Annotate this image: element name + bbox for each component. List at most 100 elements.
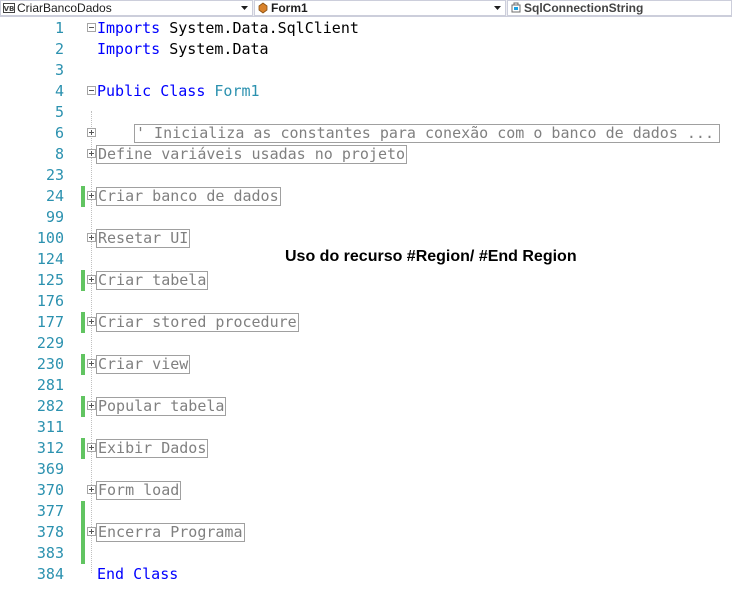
- code-line: 5: [0, 102, 732, 123]
- keyword: Imports: [97, 19, 161, 37]
- line-number: 125: [36, 271, 64, 289]
- svg-text:VB: VB: [4, 5, 15, 13]
- code-editor[interactable]: 1 Imports System.Data.SqlClient 2 Import…: [0, 17, 732, 590]
- code-line: 24 Criar banco de dados: [0, 186, 732, 207]
- code-line: 282 Popular tabela: [0, 396, 732, 417]
- code-line: 6 ' Inicializa as constantes para conexã…: [0, 123, 732, 144]
- keyword: Imports: [97, 40, 161, 58]
- code-line: 2 Imports System.Data: [0, 39, 732, 60]
- project-dropdown[interactable]: VB CriarBancoDados: [0, 0, 253, 16]
- project-dropdown-label: CriarBancoDados: [17, 1, 112, 15]
- change-marker: [81, 270, 85, 291]
- collapsed-region[interactable]: Form load: [96, 481, 182, 500]
- expand-icon[interactable]: [87, 485, 96, 494]
- expand-icon[interactable]: [87, 527, 96, 536]
- field-icon: [510, 2, 522, 14]
- code-line: 99: [0, 207, 732, 228]
- line-number: 8: [54, 145, 64, 163]
- expand-icon[interactable]: [87, 191, 96, 200]
- line-number: 2: [54, 40, 64, 58]
- code-line: 3: [0, 60, 732, 81]
- code-line: 312 Exibir Dados: [0, 438, 732, 459]
- change-marker: [81, 186, 85, 207]
- collapsed-region[interactable]: Popular tabela: [96, 397, 227, 416]
- code-line: 377: [0, 501, 732, 522]
- expand-icon[interactable]: [87, 233, 96, 242]
- keyword: Public Class: [97, 82, 206, 100]
- line-number: 124: [36, 250, 64, 268]
- code-line: 100 Resetar UI: [0, 228, 732, 249]
- expand-icon[interactable]: [87, 317, 96, 326]
- change-marker: [81, 522, 85, 543]
- member-dropdown[interactable]: SqlConnectionString: [507, 0, 732, 16]
- line-number: 3: [54, 61, 64, 79]
- code-line: 383: [0, 543, 732, 564]
- expand-icon[interactable]: [87, 149, 96, 158]
- code-line: 177 Criar stored procedure: [0, 312, 732, 333]
- line-number: 312: [36, 439, 64, 457]
- line-number: 377: [36, 502, 64, 520]
- change-marker: [81, 543, 85, 564]
- code-line: 281: [0, 375, 732, 396]
- code-line: 176: [0, 291, 732, 312]
- line-number: 311: [36, 418, 64, 436]
- expand-icon[interactable]: [87, 275, 96, 284]
- line-number: 177: [36, 313, 64, 331]
- change-marker: [81, 354, 85, 375]
- expand-icon[interactable]: [87, 401, 96, 410]
- line-number: 23: [45, 166, 64, 184]
- collapsed-region[interactable]: Criar view: [96, 355, 191, 374]
- code-text: System.Data: [160, 40, 269, 58]
- code-line: 370 Form load: [0, 480, 732, 501]
- class-dropdown[interactable]: Form1: [254, 0, 506, 16]
- code-line: 230 Criar view: [0, 354, 732, 375]
- line-number: 378: [36, 523, 64, 541]
- collapsed-region[interactable]: Resetar UI: [96, 229, 191, 248]
- collapsed-region[interactable]: Exibir Dados: [96, 439, 209, 458]
- line-number: 99: [45, 208, 64, 226]
- change-marker: [81, 312, 85, 333]
- line-number: 100: [36, 229, 64, 247]
- collapsed-region[interactable]: Encerra Programa: [96, 523, 245, 542]
- keyword: End Class: [97, 565, 179, 583]
- collapsed-region[interactable]: Criar tabela: [96, 271, 209, 290]
- expand-icon[interactable]: [87, 128, 96, 137]
- expand-icon[interactable]: [87, 443, 96, 452]
- code-line: 378 Encerra Programa: [0, 522, 732, 543]
- line-number: 6: [54, 124, 64, 142]
- line-number: 383: [36, 544, 64, 562]
- line-number: 370: [36, 481, 64, 499]
- collapsed-region[interactable]: Criar stored procedure: [96, 313, 299, 332]
- line-number: 24: [45, 187, 64, 205]
- collapsed-region[interactable]: ' Inicializa as constantes para conexão …: [134, 124, 720, 143]
- code-line: 311: [0, 417, 732, 438]
- change-marker: [81, 438, 85, 459]
- chevron-down-icon: [492, 3, 502, 13]
- code-line: 384 End Class: [0, 564, 732, 585]
- line-number: 229: [36, 334, 64, 352]
- line-number: 176: [36, 292, 64, 310]
- code-line: 4 Public Class Form1: [0, 81, 732, 102]
- collapsed-region[interactable]: Criar banco de dados: [96, 187, 281, 206]
- line-number: 5: [54, 103, 64, 121]
- class-icon: [257, 2, 269, 14]
- code-line: 8 Define variáveis usadas no projeto: [0, 144, 732, 165]
- vb-project-icon: VB: [3, 2, 15, 14]
- line-number: 230: [36, 355, 64, 373]
- change-marker: [81, 396, 85, 417]
- expand-icon[interactable]: [87, 359, 96, 368]
- collapse-icon[interactable]: [87, 86, 96, 95]
- code-line: 1 Imports System.Data.SqlClient: [0, 18, 732, 39]
- line-number: 282: [36, 397, 64, 415]
- navigation-bar: VB CriarBancoDados Form1 SqlConnectionSt…: [0, 0, 732, 17]
- code-line: 125 Criar tabela: [0, 270, 732, 291]
- member-dropdown-label: SqlConnectionString: [524, 1, 644, 15]
- collapse-icon[interactable]: [87, 23, 96, 32]
- line-number: 4: [54, 82, 64, 100]
- collapsed-region[interactable]: Define variáveis usadas no projeto: [96, 145, 408, 164]
- annotation-label: Uso do recurso #Region/ #End Region: [285, 248, 577, 265]
- code-line: 369: [0, 459, 732, 480]
- class-dropdown-label: Form1: [271, 1, 308, 15]
- line-number: 1: [54, 19, 64, 37]
- code-text: System.Data.SqlClient: [160, 19, 359, 37]
